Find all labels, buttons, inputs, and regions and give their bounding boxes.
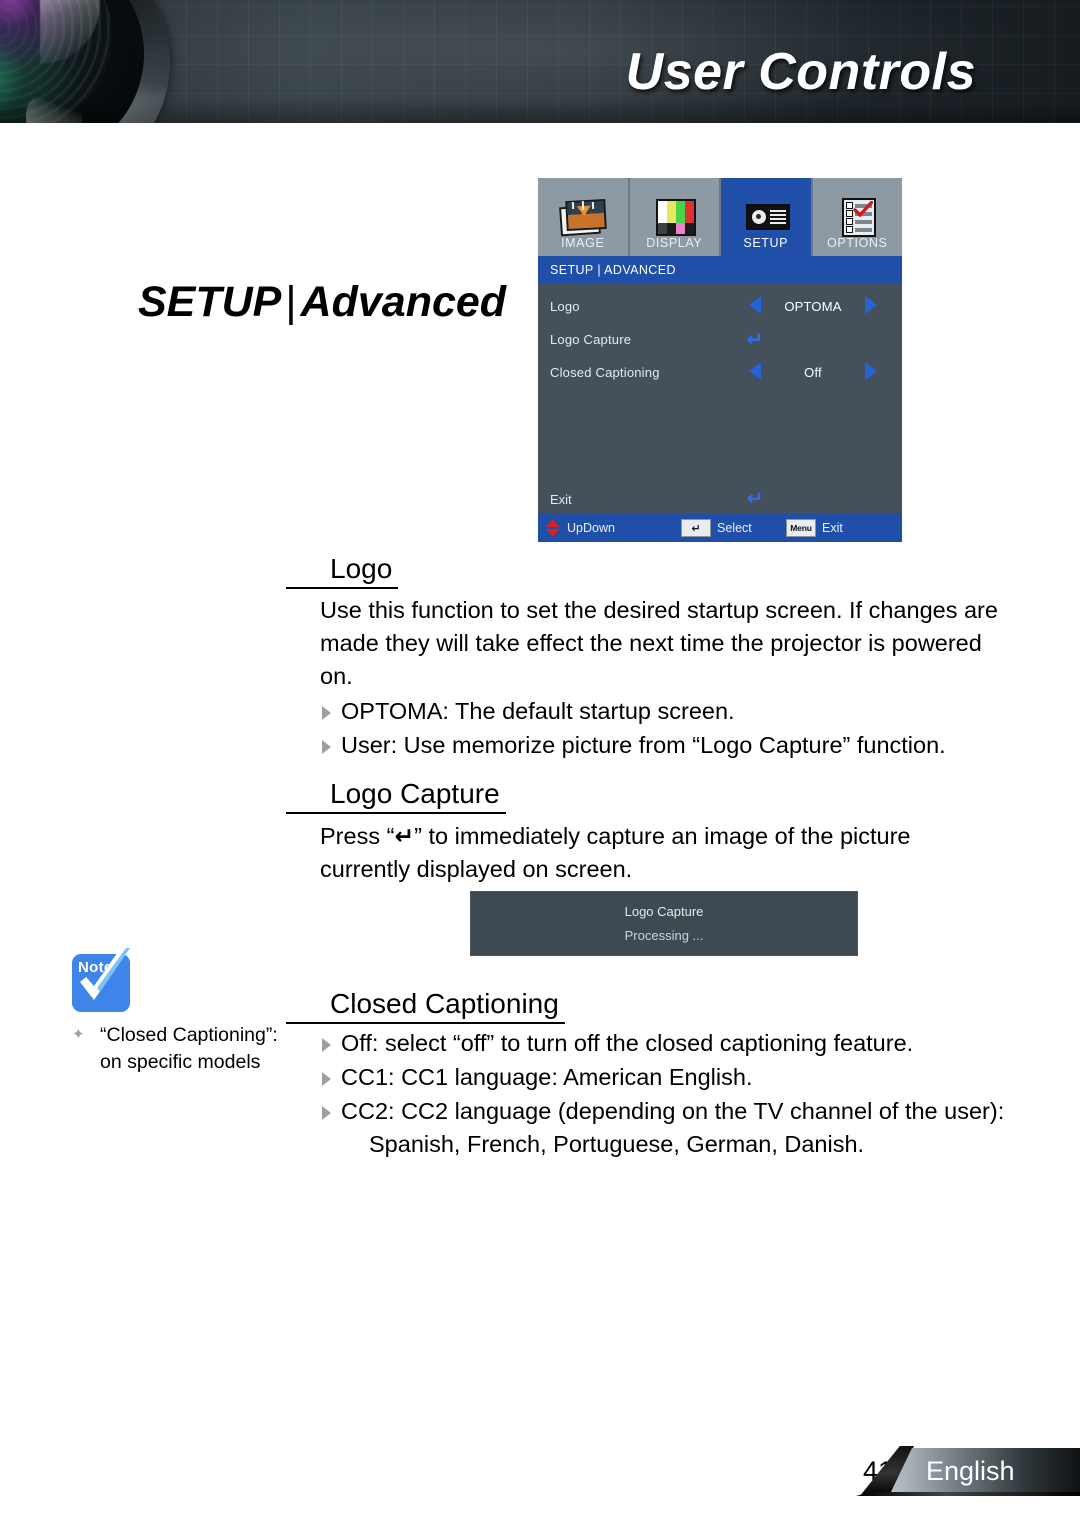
list-item: User: Use memorize picture from “Logo Ca… — [322, 729, 1022, 762]
page-title-section: SETUP — [138, 278, 282, 326]
note-line-1: “Closed Captioning”: — [100, 1024, 278, 1046]
osd-row-label: Logo Capture — [550, 332, 632, 347]
triangle-bullet-icon — [322, 1038, 331, 1052]
list-item: Off: select “off” to turn off the closed… — [322, 1027, 1022, 1060]
osd-row-logo-capture[interactable]: Logo Capture ↵ — [538, 323, 902, 356]
logo-capture-dialog: Logo Capture Processing ... — [470, 891, 858, 956]
note-check-icon: Note — [72, 946, 132, 1012]
section-heading-logo: Logo — [286, 553, 399, 589]
dialog-title: Logo Capture — [624, 904, 704, 919]
menu-key-icon: Menu — [786, 519, 816, 537]
page-title-subsection: Advanced — [300, 278, 507, 326]
section-paragraph-logo-capture: Press “↵” to immediately capture an imag… — [320, 820, 960, 886]
triangle-bullet-icon — [322, 1106, 331, 1120]
osd-exit-label: Exit — [550, 491, 572, 507]
osd-hint-label: Select — [717, 521, 752, 535]
paragraph-pre: Press “ — [320, 823, 395, 849]
section-heading-closed-captioning: Closed Captioning — [286, 988, 565, 1024]
list-item-line-1: CC2: CC2 language (depending on the TV c… — [341, 1098, 1005, 1124]
note-text: ✦ “Closed Captioning”: on specific model… — [72, 1022, 312, 1076]
osd-row-list: Logo OPTOMA Logo Capture ↵ Closed Captio… — [538, 284, 902, 389]
list-item: CC2: CC2 language (depending on the TV c… — [322, 1095, 1022, 1161]
list-item-line-2: Spanish, French, Portuguese, German, Dan… — [369, 1131, 865, 1157]
list-item-text: Off: select “off” to turn off the closed… — [341, 1030, 914, 1056]
osd-tab-bar: IMAGE DISPLAY SETUP OPTIONS — [538, 178, 902, 256]
left-arrow-icon[interactable] — [738, 362, 772, 383]
updown-arrows-icon — [546, 519, 561, 537]
bullet-list-logo: OPTOMA: The default startup screen. User… — [322, 695, 1022, 763]
osd-exit-row[interactable]: Exit ↵ — [538, 484, 902, 514]
list-item: CC1: CC1 language: American English. — [322, 1061, 1022, 1094]
osd-tab-options[interactable]: OPTIONS — [812, 178, 902, 256]
osd-hint-select: ↵ Select — [681, 519, 786, 537]
osd-hint-label: Exit — [822, 521, 843, 535]
osd-breadcrumb: SETUP | ADVANCED — [538, 256, 902, 284]
osd-row-closed-captioning[interactable]: Closed Captioning Off — [538, 356, 902, 389]
osd-hint-bar: UpDown ↵ Select Menu Exit — [538, 514, 902, 542]
dialog-status: Processing ... — [624, 928, 704, 943]
osd-menu: IMAGE DISPLAY SETUP OPTIONS SETUP | ADVA… — [536, 176, 904, 544]
list-item-text: CC1: CC1 language: American English. — [341, 1064, 753, 1090]
bullet-list-closed-captioning: Off: select “off” to turn off the closed… — [322, 1027, 1022, 1162]
footer-language-tab: English — [890, 1448, 1080, 1494]
osd-hint-updown: UpDown — [546, 519, 681, 537]
image-icon — [558, 198, 607, 237]
osd-row-label: Closed Captioning — [550, 365, 660, 380]
page-header-banner: User Controls — [0, 0, 1080, 123]
list-item-text: OPTOMA: The default startup screen. — [341, 698, 735, 724]
osd-tab-image[interactable]: IMAGE — [538, 178, 630, 256]
list-item: OPTOMA: The default startup screen. — [322, 695, 1022, 728]
enter-key-icon: ↵ — [394, 823, 415, 849]
header-title: User Controls — [625, 43, 976, 101]
section-paragraph-logo: Use this function to set the desired sta… — [320, 597, 998, 689]
options-icon — [834, 198, 880, 237]
enter-key-icon: ↵ — [681, 519, 711, 537]
osd-tab-display[interactable]: DISPLAY — [629, 178, 721, 256]
list-item-text: CC2: CC2 language (depending on the TV c… — [341, 1095, 1004, 1161]
right-arrow-icon[interactable] — [854, 296, 888, 317]
page-title: SETUP|Advanced — [138, 278, 506, 327]
left-arrow-icon[interactable] — [738, 296, 772, 317]
footer-underline — [856, 1492, 1080, 1496]
osd-hint-label: UpDown — [567, 521, 615, 535]
page-footer: 41 English — [0, 1448, 1080, 1500]
enter-key-icon[interactable]: ↵ — [738, 489, 772, 509]
osd-tab-label: IMAGE — [561, 236, 605, 250]
diamond-bullet-icon: ✦ — [72, 1026, 85, 1043]
enter-key-icon[interactable]: ↵ — [738, 330, 772, 350]
right-arrow-icon[interactable] — [854, 362, 888, 383]
header-bottom-shadow — [0, 99, 1080, 123]
osd-row-value: Off — [804, 365, 822, 380]
osd-tab-label: SETUP — [743, 236, 789, 250]
note-line-2: on specific models — [100, 1051, 261, 1073]
osd-tab-label: OPTIONS — [827, 236, 888, 250]
list-item-text: User: Use memorize picture from “Logo Ca… — [341, 732, 946, 758]
setup-icon — [743, 198, 790, 234]
osd-tab-label: DISPLAY — [646, 236, 703, 250]
osd-tab-setup[interactable]: SETUP — [721, 178, 813, 256]
osd-hint-exit: Menu Exit — [786, 519, 843, 537]
osd-row-label: Logo — [550, 299, 580, 314]
triangle-bullet-icon — [322, 740, 331, 754]
triangle-bullet-icon — [322, 1072, 331, 1086]
page-title-separator: | — [285, 278, 297, 326]
osd-row-value: OPTOMA — [784, 299, 842, 314]
osd-row-logo[interactable]: Logo OPTOMA — [538, 290, 902, 323]
triangle-bullet-icon — [322, 706, 331, 720]
section-heading-logo-capture: Logo Capture — [286, 778, 506, 814]
display-icon — [651, 198, 697, 236]
